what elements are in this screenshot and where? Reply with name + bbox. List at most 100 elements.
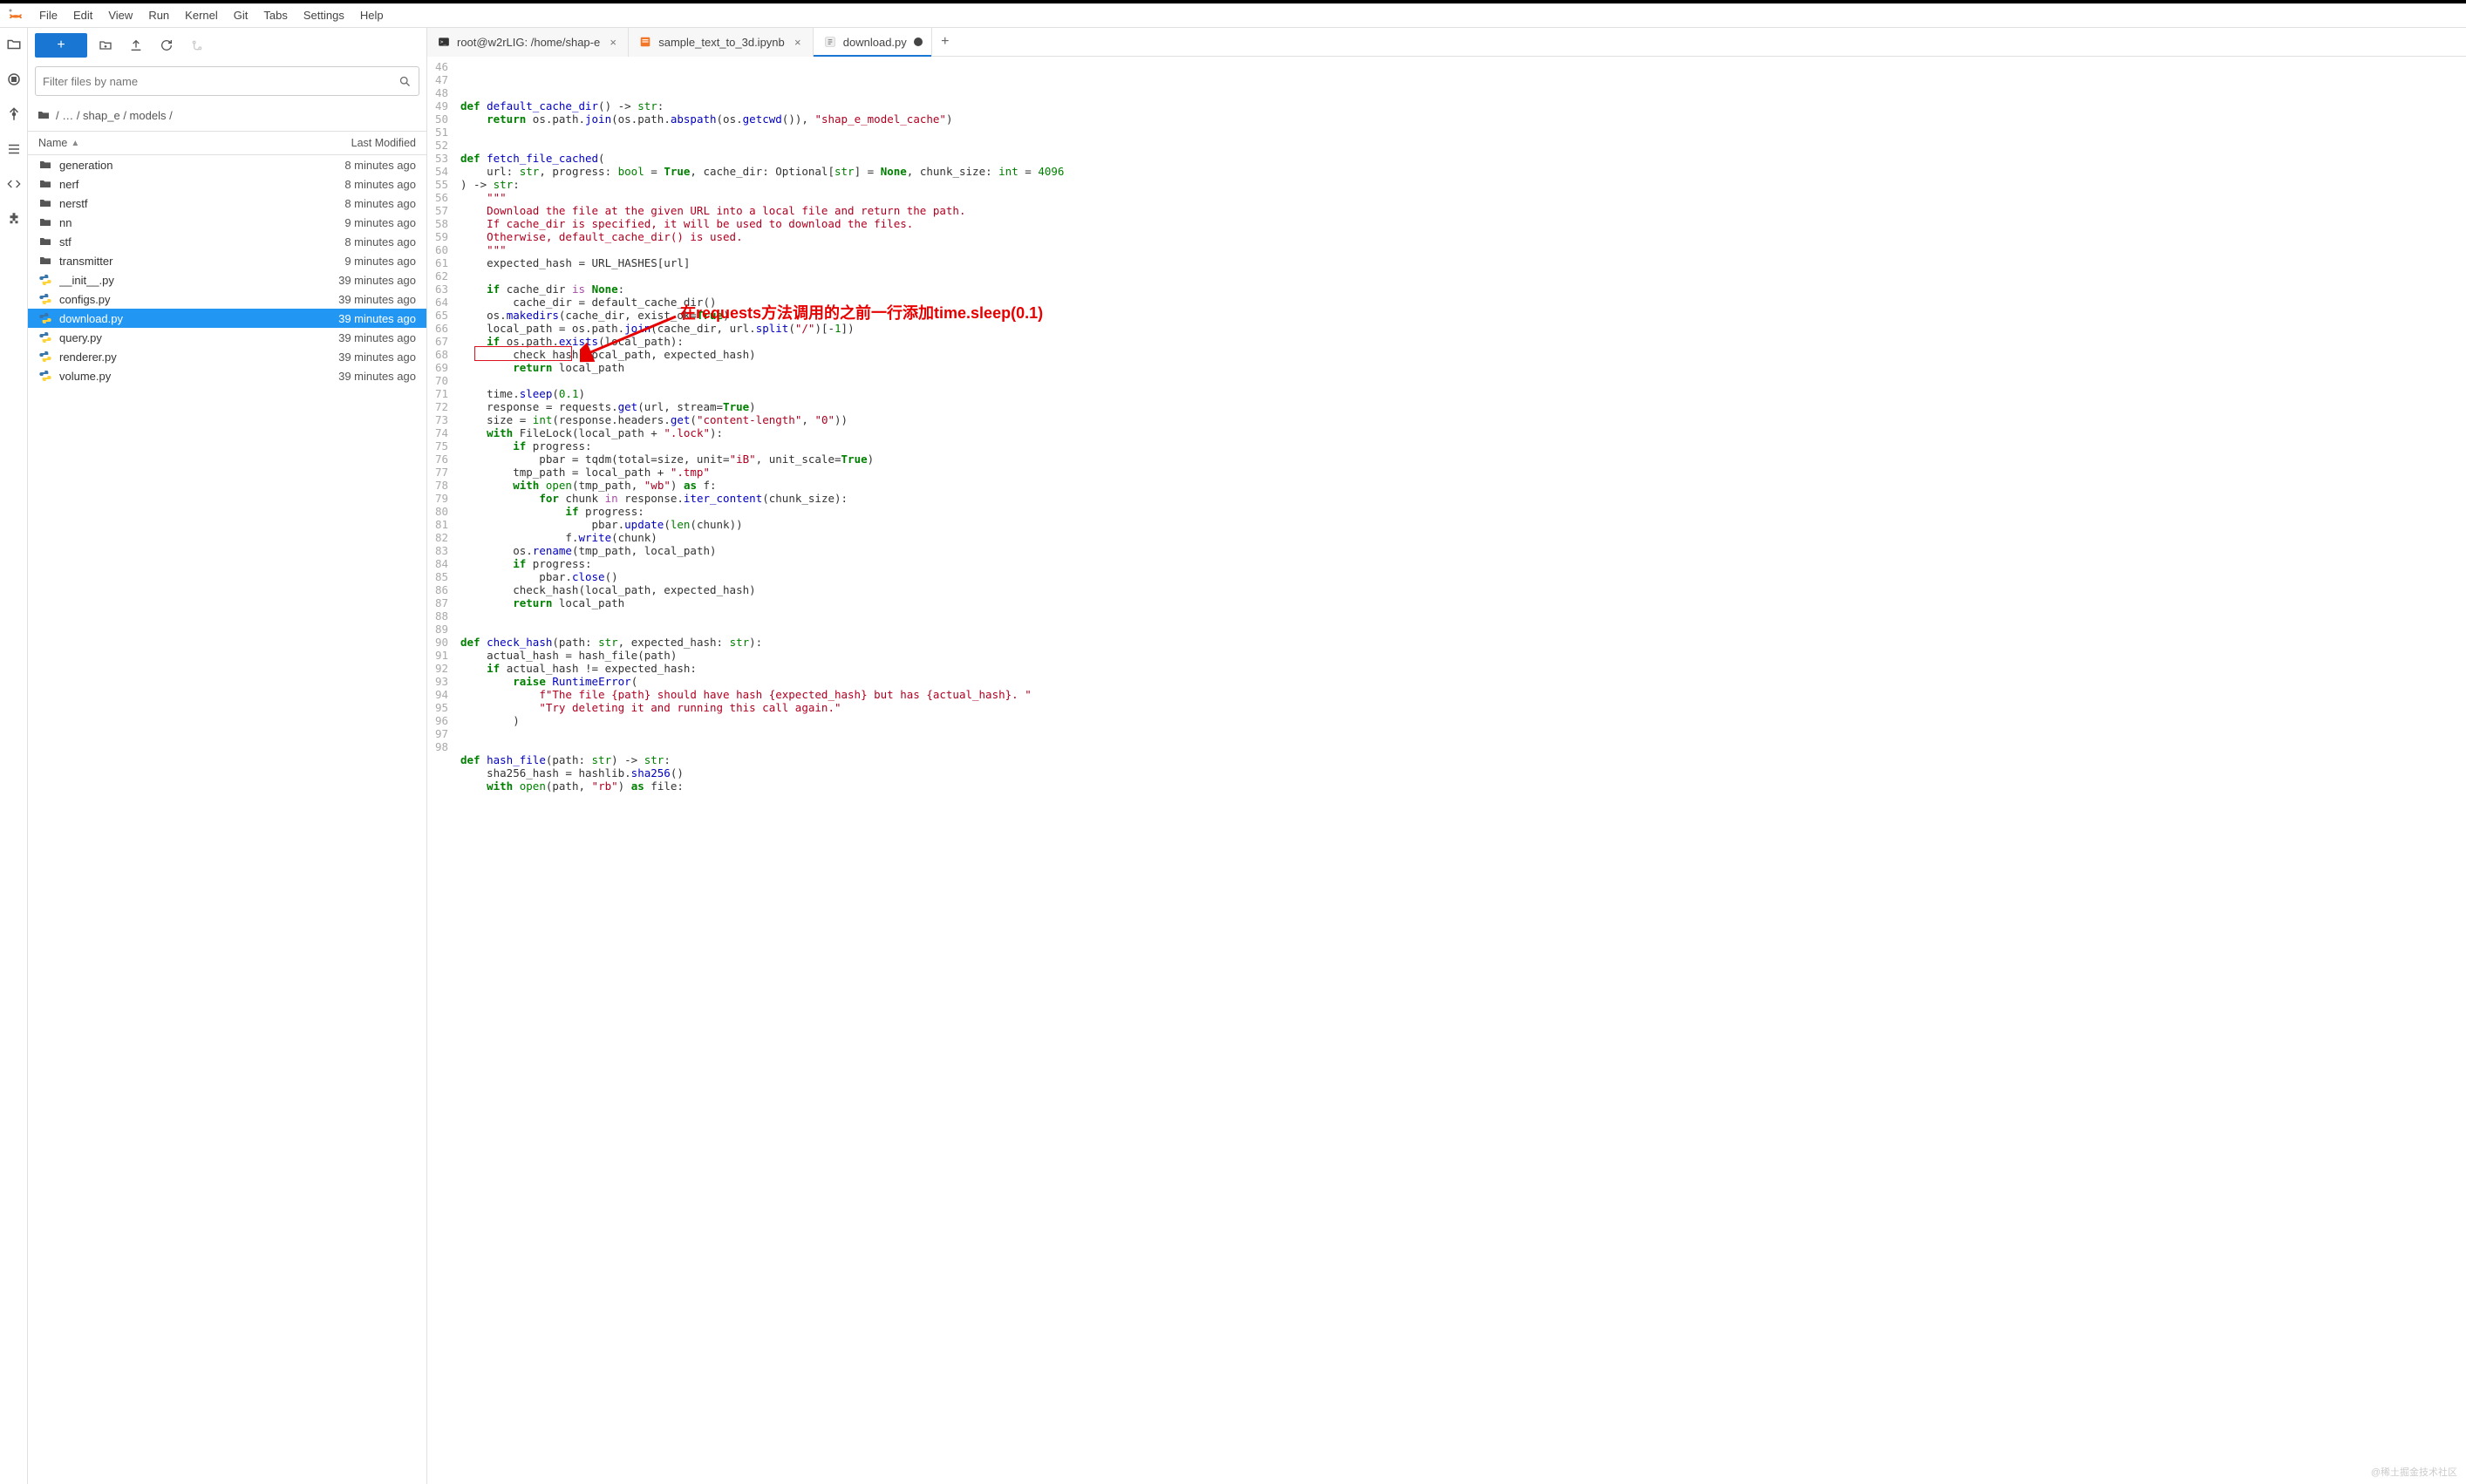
file-name: nerf bbox=[59, 178, 344, 191]
menu-tabs[interactable]: Tabs bbox=[255, 6, 295, 24]
folder-icon bbox=[38, 215, 52, 229]
folder-icon bbox=[38, 158, 52, 172]
file-name: generation bbox=[59, 159, 344, 172]
python-file-icon bbox=[38, 273, 52, 287]
close-icon[interactable]: × bbox=[792, 36, 804, 48]
menu-settings[interactable]: Settings bbox=[296, 6, 352, 24]
file-toolbar: + bbox=[28, 28, 426, 63]
column-modified[interactable]: Last Modified bbox=[351, 137, 416, 149]
close-icon[interactable]: × bbox=[607, 36, 619, 48]
filter-files-input-wrap bbox=[35, 66, 419, 96]
unsaved-dot-icon bbox=[914, 37, 923, 46]
file-modified: 39 minutes ago bbox=[338, 293, 416, 306]
breadcrumb-text: / … / shap_e / models / bbox=[56, 109, 173, 122]
folder-icon[interactable] bbox=[6, 37, 22, 52]
menu-help[interactable]: Help bbox=[352, 6, 392, 24]
file-name: download.py bbox=[59, 312, 338, 325]
upload-button[interactable] bbox=[124, 33, 148, 58]
running-icon[interactable] bbox=[6, 71, 22, 87]
jupyter-logo bbox=[7, 7, 24, 24]
line-gutter: 4647484950515253545556575859606162636465… bbox=[427, 57, 455, 1484]
file-browser-panel: + / … / shap_e / models / Name bbox=[28, 28, 427, 1484]
file-modified: 39 minutes ago bbox=[338, 274, 416, 287]
python-file-icon bbox=[38, 292, 52, 306]
breadcrumb[interactable]: / … / shap_e / models / bbox=[28, 103, 426, 131]
file-name: nerstf bbox=[59, 197, 344, 210]
sort-caret-icon: ▲ bbox=[71, 139, 79, 148]
file-row[interactable]: download.py39 minutes ago bbox=[28, 309, 426, 328]
menu-git[interactable]: Git bbox=[226, 6, 256, 24]
code-editor[interactable]: 4647484950515253545556575859606162636465… bbox=[427, 57, 2466, 1484]
menu-edit[interactable]: Edit bbox=[65, 6, 100, 24]
file-list-header: Name ▲ Last Modified bbox=[28, 131, 426, 155]
activity-bar bbox=[0, 28, 28, 1484]
file-modified: 39 minutes ago bbox=[338, 351, 416, 364]
folder-icon bbox=[38, 177, 52, 191]
menubar: FileEditViewRunKernelGitTabsSettingsHelp bbox=[0, 3, 2466, 28]
extension-icon[interactable] bbox=[6, 211, 22, 227]
refresh-button[interactable] bbox=[154, 33, 179, 58]
file-row[interactable]: volume.py39 minutes ago bbox=[28, 366, 426, 385]
tab[interactable]: download.py bbox=[814, 28, 932, 57]
folder-icon bbox=[38, 196, 52, 210]
new-launcher-button[interactable]: + bbox=[35, 33, 87, 58]
search-icon bbox=[399, 75, 412, 88]
svg-text:>_: >_ bbox=[440, 40, 447, 45]
git-icon[interactable] bbox=[6, 106, 22, 122]
file-row[interactable]: nerf8 minutes ago bbox=[28, 174, 426, 194]
file-modified: 39 minutes ago bbox=[338, 370, 416, 383]
python-file-icon bbox=[38, 350, 52, 364]
file-modified: 8 minutes ago bbox=[344, 197, 416, 210]
file-row[interactable]: generation8 minutes ago bbox=[28, 155, 426, 174]
editor-pane: >_root@w2rLIG: /home/shap-e×sample_text_… bbox=[427, 28, 2466, 1484]
file-row[interactable]: stf8 minutes ago bbox=[28, 232, 426, 251]
code-content[interactable]: def default_cache_dir() -> str: return o… bbox=[455, 57, 1064, 1484]
file-name: stf bbox=[59, 235, 344, 248]
file-modified: 8 minutes ago bbox=[344, 178, 416, 191]
file-name: configs.py bbox=[59, 293, 338, 306]
file-name: nn bbox=[59, 216, 344, 229]
folder-icon bbox=[37, 108, 51, 122]
file-row[interactable]: nerstf8 minutes ago bbox=[28, 194, 426, 213]
filter-files-input[interactable] bbox=[43, 75, 399, 88]
tab-icon bbox=[639, 36, 651, 48]
folder-icon bbox=[38, 254, 52, 268]
file-name: query.py bbox=[59, 331, 338, 344]
new-tab-button[interactable]: + bbox=[932, 34, 958, 50]
python-file-icon bbox=[38, 369, 52, 383]
tab-label: download.py bbox=[843, 36, 907, 49]
tab[interactable]: >_ root@w2rLIG: /home/shap-e × bbox=[427, 28, 629, 57]
git-tool-button[interactable] bbox=[185, 33, 209, 58]
file-modified: 39 minutes ago bbox=[338, 312, 416, 325]
file-list: generation8 minutes agonerf8 minutes ago… bbox=[28, 155, 426, 1484]
menu-file[interactable]: File bbox=[31, 6, 65, 24]
file-row[interactable]: __init__.py39 minutes ago bbox=[28, 270, 426, 289]
file-modified: 39 minutes ago bbox=[338, 331, 416, 344]
file-row[interactable]: renderer.py39 minutes ago bbox=[28, 347, 426, 366]
toc-icon[interactable] bbox=[6, 141, 22, 157]
column-name[interactable]: Name bbox=[38, 137, 67, 149]
file-name: renderer.py bbox=[59, 351, 338, 364]
file-row[interactable]: nn9 minutes ago bbox=[28, 213, 426, 232]
tab-label: sample_text_to_3d.ipynb bbox=[658, 36, 785, 49]
new-folder-button[interactable] bbox=[93, 33, 118, 58]
file-row[interactable]: configs.py39 minutes ago bbox=[28, 289, 426, 309]
menu-run[interactable]: Run bbox=[140, 6, 177, 24]
tab-bar: >_root@w2rLIG: /home/shap-e×sample_text_… bbox=[427, 28, 2466, 57]
code-icon[interactable] bbox=[6, 176, 22, 192]
python-file-icon bbox=[38, 330, 52, 344]
menu-view[interactable]: View bbox=[100, 6, 140, 24]
tab-label: root@w2rLIG: /home/shap-e bbox=[457, 36, 600, 49]
tab-icon bbox=[824, 36, 836, 48]
file-row[interactable]: transmitter9 minutes ago bbox=[28, 251, 426, 270]
file-modified: 9 minutes ago bbox=[344, 255, 416, 268]
python-file-icon bbox=[38, 311, 52, 325]
file-name: transmitter bbox=[59, 255, 344, 268]
file-modified: 8 minutes ago bbox=[344, 159, 416, 172]
menu-kernel[interactable]: Kernel bbox=[177, 6, 226, 24]
tab[interactable]: sample_text_to_3d.ipynb × bbox=[629, 28, 814, 57]
file-row[interactable]: query.py39 minutes ago bbox=[28, 328, 426, 347]
tab-icon: >_ bbox=[438, 36, 450, 48]
file-name: volume.py bbox=[59, 370, 338, 383]
file-modified: 8 minutes ago bbox=[344, 235, 416, 248]
